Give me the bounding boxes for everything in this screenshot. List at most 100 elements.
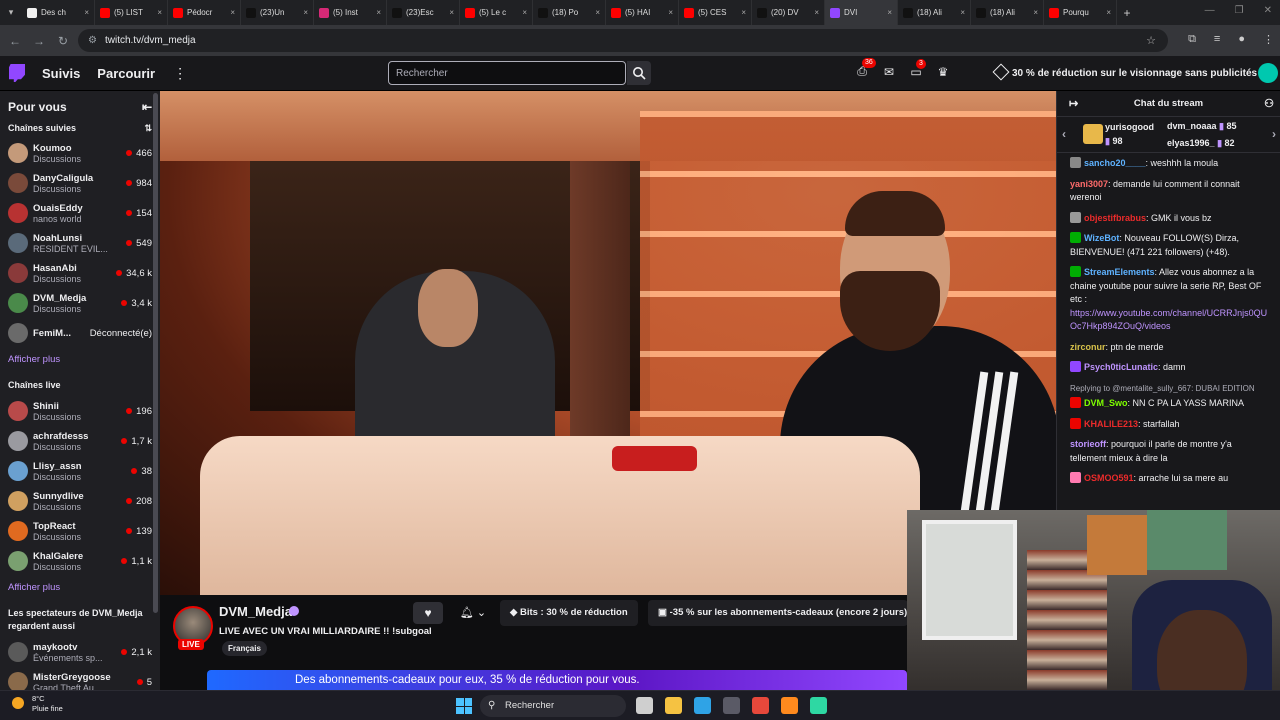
turbo-promo[interactable]: 30 % de réduction sur le visionnage sans… (1012, 68, 1257, 79)
site-info-icon[interactable]: ⚙ (88, 35, 97, 46)
reload-icon[interactable]: ↻ (51, 34, 75, 48)
leader-row-2[interactable]: dvm_noaaa ▮ 85 (1167, 121, 1237, 132)
chat-username[interactable]: WizeBot (1084, 233, 1119, 243)
chat-username[interactable]: storieoff (1070, 439, 1106, 449)
community-icon[interactable]: ⚇ (1264, 97, 1274, 110)
close-tab-icon[interactable]: × (595, 8, 600, 17)
show-more-live[interactable]: Afficher plus (0, 576, 160, 601)
sidebar-scroll-thumb[interactable] (153, 93, 158, 613)
sidebar-channel[interactable]: HasanAbi Discussions 34,6 k (0, 258, 160, 288)
leader-user-1[interactable]: yurisogood (1105, 122, 1154, 132)
browser-tab[interactable]: (5) Le c × (460, 0, 533, 25)
chat-link[interactable]: https://www.youtube.com/channel/UCRRJnjs… (1070, 308, 1267, 332)
chat-message[interactable]: KHALILE213: starfallah (1070, 417, 1268, 432)
follow-heart-button[interactable]: ♥ (413, 602, 443, 624)
chat-username[interactable]: KHALILE213 (1084, 419, 1138, 429)
sort-icon[interactable]: ⇅ (144, 123, 152, 134)
crown-icon[interactable]: ♛ (936, 65, 950, 79)
chat-username[interactable]: yani3007 (1070, 179, 1108, 189)
browser-tab[interactable]: Pédocr × (168, 0, 241, 25)
chat-username[interactable]: OSMOO591 (1084, 473, 1134, 483)
browser-tab[interactable]: (23)Esc × (387, 0, 460, 25)
close-tab-icon[interactable]: × (814, 8, 819, 17)
chat-message[interactable]: yani3007: demande lui comment il connait… (1070, 178, 1268, 205)
gift-promo-banner[interactable]: Des abonnements-cadeaux pour eux, 35 % d… (207, 670, 907, 690)
chat-message[interactable]: sancho20____: weshhh la moula (1070, 157, 1268, 171)
close-tab-icon[interactable]: × (1033, 8, 1038, 17)
sidebar-channel[interactable]: MisterGreygoose Grand Theft Au... 5 (0, 667, 160, 690)
media-icon[interactable]: ≡ (1214, 33, 1220, 46)
close-tab-icon[interactable]: × (230, 8, 235, 17)
maximize-icon[interactable]: ❐ (1235, 5, 1244, 16)
close-tab-icon[interactable]: × (887, 8, 892, 17)
browser-tab[interactable]: (18) Po × (533, 0, 606, 25)
notifications-bell-button[interactable]: 🔔︎ ⌄ (452, 602, 494, 624)
chat-message[interactable]: WizeBot: Nouveau FOLLOW(S) Dirza, BIENVE… (1070, 232, 1268, 259)
browser-menu-icon[interactable]: ⋮ (1263, 33, 1274, 46)
windows-start-icon[interactable] (456, 698, 472, 714)
gift-sub-button[interactable]: ▣ -35 % sur les abonnements-cadeaux (enc… (648, 600, 908, 626)
leader-row-3[interactable]: elyas1996_ ▮ 82 (1167, 138, 1235, 149)
channel-name[interactable]: DVM_Medja (219, 604, 292, 619)
collapse-sidebar-icon[interactable]: ⇤ (142, 100, 152, 114)
chat-message[interactable]: OSMOO591: arrache lui sa mere au (1070, 472, 1268, 486)
chat-message[interactable]: Psych0ticLunatic: damn (1070, 361, 1268, 375)
sidebar-channel[interactable]: Shinii Discussions 196 (0, 396, 160, 426)
sidebar-channel[interactable]: OuaisEddy nanos world 154 (0, 198, 160, 228)
chat-message[interactable]: DVM_Swo: NN C PA LA YASS MARINA (1070, 397, 1268, 411)
nav-browse[interactable]: Parcourir (97, 66, 155, 81)
search-button[interactable] (627, 61, 651, 85)
chrome-icon[interactable] (752, 697, 769, 714)
nav-following[interactable]: Suivis (42, 66, 80, 81)
search-input[interactable]: Rechercher (388, 61, 626, 85)
edge-icon[interactable] (694, 697, 711, 714)
twitch-logo-icon[interactable] (9, 64, 25, 82)
bookmark-star-icon[interactable]: ☆ (1146, 34, 1156, 47)
new-tab-button[interactable]: + (1117, 6, 1137, 20)
close-tab-icon[interactable]: × (522, 8, 527, 17)
sidebar-channel[interactable]: NoahLunsi RESIDENT EVIL... 549 (0, 228, 160, 258)
sidebar-channel[interactable]: Koumoo Discussions 466 (0, 138, 160, 168)
sidebar-channel[interactable]: Sunnydlive Discussions 208 (0, 486, 160, 516)
chat-message[interactable]: StreamElements: Allez vous abonnez a la … (1070, 266, 1268, 334)
sidebar-channel[interactable]: KhalGalere Discussions 1,1 k (0, 546, 160, 576)
tab-search-icon[interactable]: ▾ (0, 7, 22, 18)
close-tab-icon[interactable]: × (741, 8, 746, 17)
language-tag[interactable]: Français (222, 641, 267, 656)
browser-tab[interactable]: Pourqu × (1044, 0, 1117, 25)
close-tab-icon[interactable]: × (376, 8, 381, 17)
forward-icon[interactable]: → (27, 34, 51, 48)
browser-tab[interactable]: (20) DV × (752, 0, 825, 25)
close-tab-icon[interactable]: × (1106, 8, 1111, 17)
extensions-icon[interactable]: ⧉ (1188, 33, 1196, 46)
taskbar-search[interactable]: ⚲ Rechercher (480, 695, 626, 717)
sidebar-channel[interactable]: achrafdesss Discussions 1,7 k (0, 426, 160, 456)
inbox-icon[interactable]: ⎙ 36 (855, 58, 876, 79)
sidebar-channel[interactable]: DVM_Medja Discussions 3,4 k (0, 288, 160, 318)
chat-username[interactable]: DVM_Swo (1084, 398, 1128, 408)
close-tab-icon[interactable]: × (303, 8, 308, 17)
app-icon[interactable] (810, 697, 827, 714)
browser-tab[interactable]: (5) HAI × (606, 0, 679, 25)
sidebar-channel[interactable]: TopReact Discussions 139 (0, 516, 160, 546)
browser-tab[interactable]: (18) Ali × (971, 0, 1044, 25)
address-bar[interactable]: ⚙ twitch.tv/dvm_medja ☆ (78, 29, 1168, 52)
chat-username[interactable]: sancho20____ (1084, 158, 1146, 168)
sidebar-channel[interactable]: maykootv Événements sp... 2,1 k (0, 637, 160, 667)
chat-message[interactable]: zirconur: ptn de merde (1070, 341, 1268, 355)
weather-widget[interactable]: 8°C Pluie fine (12, 694, 63, 714)
browser-tab[interactable]: DVI × (825, 0, 898, 25)
user-avatar[interactable] (1258, 63, 1278, 83)
profile-icon[interactable]: ● (1238, 33, 1245, 46)
back-icon[interactable]: ← (3, 34, 27, 48)
bits-button[interactable]: ◆ Bits : 30 % de réduction (500, 600, 638, 626)
browser-tab[interactable]: Des ch × (22, 0, 95, 25)
chat-username[interactable]: Psych0ticLunatic (1084, 362, 1158, 372)
mail-icon[interactable]: ✉ (882, 65, 896, 79)
chat-message[interactable]: storieoff: pourquoi il parle de montre y… (1070, 438, 1268, 465)
close-tab-icon[interactable]: × (668, 8, 673, 17)
more-menu-icon[interactable]: ⋮ (173, 65, 187, 82)
close-window-icon[interactable]: ✕ (1264, 5, 1272, 16)
browser-tab[interactable]: (23)Un × (241, 0, 314, 25)
sidebar-scrollbar[interactable] (152, 91, 159, 686)
